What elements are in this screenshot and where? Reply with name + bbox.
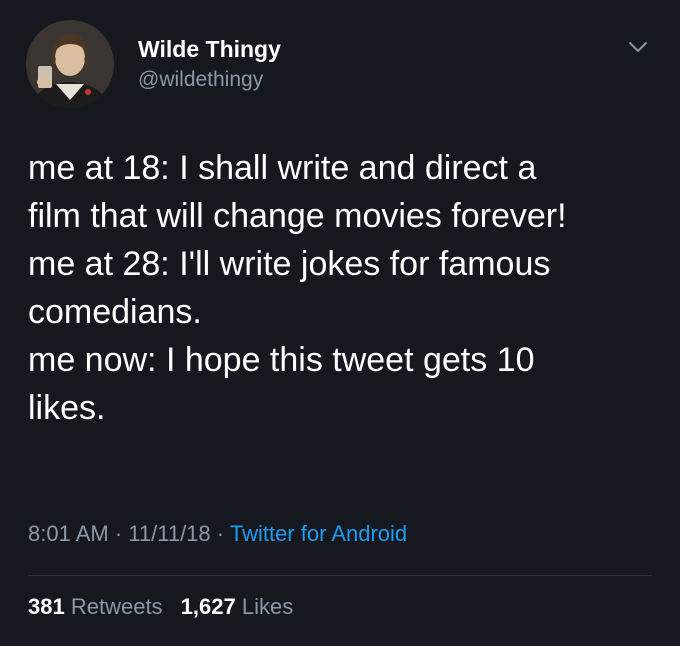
retweets-count: 381 [28,594,65,619]
tweet-text-line: likes. [28,389,106,427]
tweet-text-line: comedians. [28,293,202,331]
tweet-text-line: me at 18: I shall write and direct a [28,149,537,187]
tweet-metadata: 8:01 AM · 11/11/18 · Twitter for Android [28,521,407,547]
likes-count: 1,627 [180,594,236,619]
tweet-text-line: me at 28: I'll write jokes for famous [28,245,551,283]
tweet-card: Wilde Thingy @wildethingy me at 18: I sh… [0,0,680,646]
chevron-down-icon[interactable] [626,35,650,59]
meta-separator: · [216,521,225,546]
tweet-source-link[interactable]: Twitter for Android [230,521,407,546]
tweet-text-line: film that will change movies forever! [28,197,567,235]
meta-separator: · [114,521,123,546]
tweet-text-line: me now: I hope this tweet gets 10 [28,341,535,379]
tweet-date[interactable]: 11/11/18 [128,521,210,546]
tweet-time[interactable]: 8:01 AM [28,521,109,546]
retweets-stat[interactable]: 381 Retweets [28,594,169,619]
divider [28,575,652,576]
tweet-stats: 381 Retweets 1,627 Likes [28,594,305,620]
likes-stat[interactable]: 1,627 Likes [181,594,294,619]
avatar-image [26,20,114,108]
retweets-label: Retweets [70,594,163,619]
author-handle[interactable]: @wildethingy [138,68,263,92]
tweet-text: me at 18: I shall write and direct a fil… [28,144,658,432]
author-display-name[interactable]: Wilde Thingy [138,36,281,63]
avatar[interactable] [26,20,114,108]
likes-label: Likes [241,594,294,619]
